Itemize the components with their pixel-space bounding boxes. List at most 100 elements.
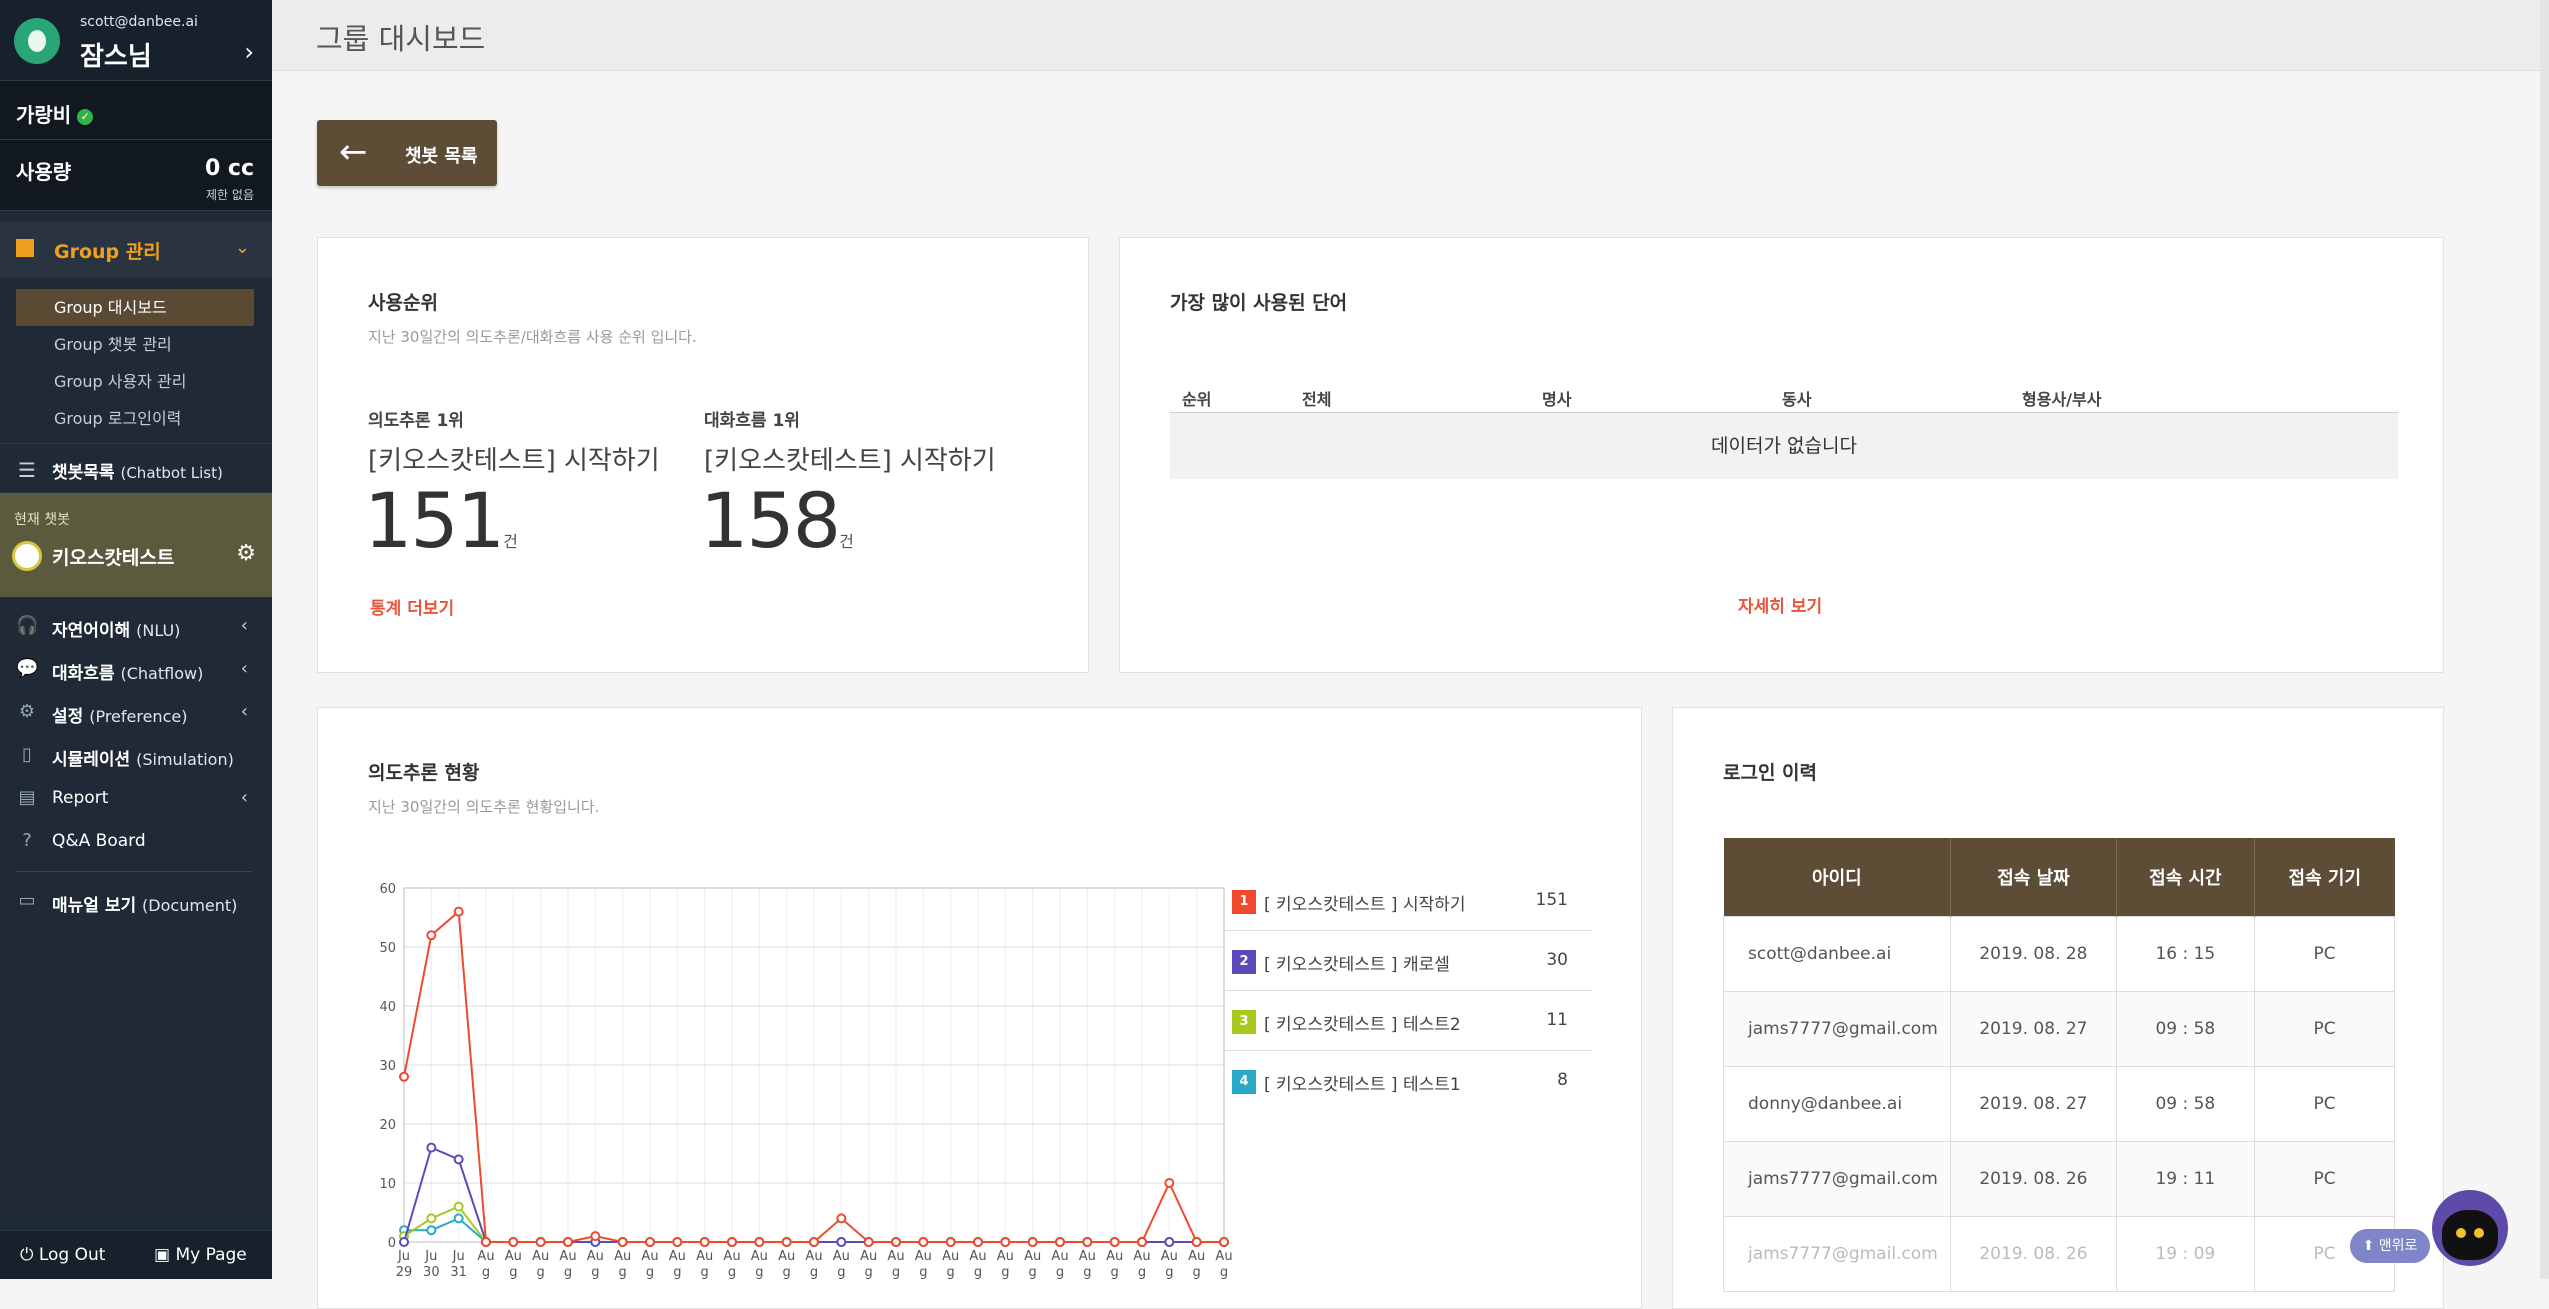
usage-value: 0 cc (204, 156, 254, 181)
x-tick-label: Au (559, 1249, 576, 1264)
login-history-card: 로그인 이력 아이디 접속 날짜 접속 시간 접속 기기 scott@danbe… (1672, 707, 2444, 1309)
sidebar-item-report[interactable]: ▤ Report ‹ (0, 777, 272, 820)
legend-value: 8 (1557, 1070, 1568, 1090)
cell-device: PC (2254, 916, 2395, 992)
cell-id: scott@danbee.ai (1722, 916, 1952, 992)
col-verb: 동사 (1782, 390, 1812, 409)
legend-item: 3 [ 키오스캇테스트 ] 테스트2 11 (1224, 990, 1592, 1051)
scroll-to-top-button[interactable]: ⬆ 맨위로 (2350, 1229, 2430, 1263)
more-details-link[interactable]: 자세히 보기 (1738, 592, 1822, 617)
data-point (426, 1142, 437, 1153)
more-stats-link[interactable]: 통계 더보기 (370, 594, 454, 619)
x-tick-label: g (865, 1265, 873, 1280)
cat-eye (2474, 1228, 2484, 1238)
user-name: 잠스님 (80, 42, 152, 72)
y-tick-label: 30 (379, 1059, 396, 1074)
x-tick-label: Au (805, 1249, 822, 1264)
sidebar-item-manual[interactable]: ▭ 매뉴얼 보기 (Document) (0, 880, 272, 923)
sidebar-item-simulation[interactable]: ▯ 시뮬레이션 (Simulation) (0, 734, 272, 777)
page-scrollbar[interactable] (2540, 0, 2549, 1279)
cell-id: donny@danbee.ai (1722, 1066, 1952, 1142)
data-point (1164, 1178, 1175, 1188)
data-point (590, 1231, 601, 1242)
nav-sub: (Preference) (89, 707, 188, 726)
x-tick-label: Au (669, 1249, 686, 1264)
x-tick-label: g (1111, 1265, 1119, 1280)
check-icon: ✓ (77, 108, 94, 125)
sidebar-item-group-dashboard[interactable]: Group 대시보드 (16, 289, 254, 326)
cell-time: 19 : 09 (2115, 1216, 2256, 1292)
back-to-chatbot-list-button[interactable]: ← 챗봇 목록 (317, 120, 497, 186)
x-tick-label: Au (1079, 1249, 1096, 1264)
x-tick-label: Au (942, 1249, 959, 1264)
data-point (973, 1237, 983, 1247)
table-row: jams7777@gmail.com 2019. 08. 26 19 : 11 … (1722, 1141, 2395, 1217)
x-tick-label: g (728, 1265, 736, 1280)
logout-button[interactable]: ⏻ Log Out (20, 1245, 105, 1265)
data-point (918, 1237, 929, 1247)
page-header: 그룹 대시보드 (272, 0, 2549, 71)
group-menu-label: Group 관리 (54, 241, 161, 263)
sidebar-item-preference[interactable]: ⚙ 설정 (Preference) ‹ (0, 691, 272, 734)
cell-id: jams7777@gmail.com (1722, 1216, 1952, 1292)
data-point (945, 1237, 956, 1247)
x-tick-label: Au (587, 1249, 604, 1264)
chevron-left-icon: ‹ (240, 615, 248, 636)
report-icon: ▤ (18, 787, 36, 808)
ranking-title: 사용순위 (368, 292, 438, 314)
legend-name: [ 키오스캇테스트 ] 캐로셀 (1264, 955, 1450, 975)
legend-value: 30 (1546, 950, 1568, 970)
data-point (563, 1237, 573, 1247)
flow-rank-label: 대화흐름 1위 (704, 411, 800, 431)
unit: 건 (503, 532, 518, 551)
y-tick-label: 10 (379, 1177, 396, 1192)
sidebar-item-qa-board[interactable]: ? Q&A Board (0, 820, 272, 863)
cell-time: 09 : 58 (2115, 991, 2256, 1067)
col-time: 접속 시간 (2116, 838, 2256, 917)
document-icon: ▭ (18, 890, 36, 911)
x-tick-label: Au (969, 1249, 986, 1264)
x-tick-label: Au (614, 1249, 631, 1264)
intent-status-card: 의도추론 현황 지난 30일간의 의도추론 현황입니다. 0 10 20 30 40 50… (317, 707, 1642, 1309)
x-tick-label: g (837, 1265, 845, 1280)
x-tick-label: Au (1133, 1249, 1150, 1264)
gear-icon[interactable]: ⚙ (236, 541, 256, 566)
sidebar-item-group-login-history[interactable]: Group 로그인이력 (16, 400, 254, 437)
group-menu[interactable]: Group 관리 ⌄ (0, 221, 272, 277)
cell-device: PC (2254, 1066, 2395, 1142)
table-header-row: 아이디 접속 날짜 접속 시간 접속 기기 (1723, 838, 2395, 917)
sidebar-item-nlu[interactable]: 🎧 자연어이해 (NLU) ‹ (0, 605, 272, 648)
sidebar-user-header[interactable]: scott@danbee.ai 잠스님 › (0, 0, 272, 81)
data-point (1164, 1237, 1175, 1247)
mypage-button[interactable]: ▣ My Page (154, 1245, 247, 1265)
login-history-table: 아이디 접속 날짜 접속 시간 접속 기기 scott@danbee.ai 20… (1722, 838, 2395, 1292)
plan-section: 가랑비 ✓ (0, 81, 272, 140)
x-tick-label: Au (751, 1249, 768, 1264)
plan-name: 가랑비 (16, 103, 72, 127)
data-point (754, 1237, 765, 1247)
col-date: 접속 날짜 (1950, 838, 2117, 917)
group-submenu: Group 대시보드 Group 챗봇 관리 Group 사용자 관리 Grou… (0, 277, 272, 443)
usage-ranking-card: 사용순위 지난 30일간의 의도추론/대화흐름 사용 순위 입니다. 의도추론 … (317, 237, 1089, 673)
table-row: scott@danbee.ai 2019. 08. 28 16 : 15 PC (1722, 916, 2395, 992)
data-point (809, 1237, 819, 1247)
data-point (426, 1225, 437, 1236)
sidebar-item-chatflow[interactable]: 💬 대화흐름 (Chatflow) ‹ (0, 648, 272, 691)
x-tick-label: g (564, 1265, 572, 1280)
sidebar-item-group-chatbots[interactable]: Group 챗봇 관리 (16, 326, 254, 363)
sidebar-item-chatbot-list[interactable]: ☰ 챗봇목록 (Chatbot List) (0, 443, 272, 493)
x-tick-label: g (1165, 1265, 1173, 1280)
x-tick-label: Au (505, 1249, 522, 1264)
intent-status-title: 의도추론 현황 (368, 762, 480, 784)
chevron-right-icon[interactable]: › (244, 38, 254, 66)
data-point (453, 1201, 464, 1212)
y-tick-label: 50 (379, 941, 396, 956)
current-chatbot-name[interactable]: 키오스캇테스트 (52, 543, 174, 570)
nav-sub: (Simulation) (136, 750, 234, 769)
cell-date: 2019. 08. 26 (1950, 1141, 2117, 1217)
sidebar-item-group-users[interactable]: Group 사용자 관리 (16, 363, 254, 400)
data-point (453, 1154, 464, 1165)
chatbot-cat-avatar-icon[interactable] (2432, 1190, 2508, 1266)
nav-label: 시뮬레이션 (52, 750, 131, 770)
back-button-label: 챗봇 목록 (405, 146, 478, 167)
